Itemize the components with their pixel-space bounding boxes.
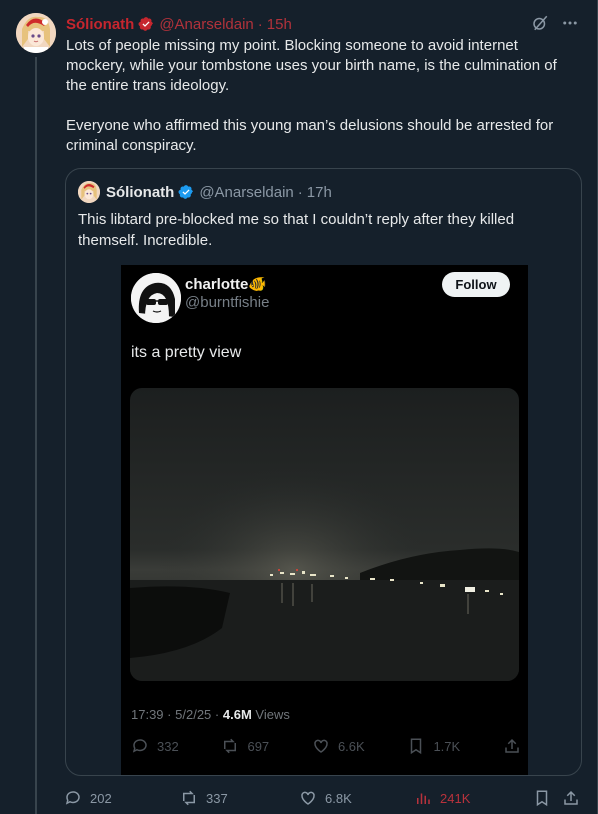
embed-like: 6.6K bbox=[312, 737, 365, 755]
like-count: 6.8K bbox=[325, 790, 352, 806]
embed-author-name-text: charlotte bbox=[185, 276, 249, 293]
tweet-paragraph-1: Lots of people missing my point. Blockin… bbox=[66, 37, 557, 94]
reply-count: 202 bbox=[90, 790, 112, 806]
repost-button[interactable]: 337 bbox=[180, 788, 228, 808]
bookmark-icon bbox=[536, 790, 548, 807]
views-button[interactable]: 241K bbox=[414, 788, 470, 808]
embed-text: its a pretty view bbox=[131, 344, 242, 361]
reply-button[interactable]: 202 bbox=[64, 788, 112, 808]
embed-views-count: 4.6M bbox=[222, 707, 252, 722]
reply-icon bbox=[132, 739, 147, 753]
embed-author-avatar bbox=[131, 273, 181, 323]
quote-author-name: Sólionath bbox=[106, 183, 175, 201]
heart-icon bbox=[314, 739, 328, 753]
share-icon bbox=[564, 790, 578, 805]
embed-dot-2: · bbox=[214, 707, 220, 722]
embed-dot: · bbox=[167, 707, 172, 722]
views-count: 241K bbox=[440, 790, 471, 806]
heart-icon bbox=[301, 791, 315, 805]
tweet-time[interactable]: 15h bbox=[267, 16, 292, 33]
quote-author-handle: @Anarseldain bbox=[199, 183, 294, 201]
quote-time: 17h bbox=[306, 183, 332, 201]
quote-header: Sólionath @Anarseldain · 17h bbox=[78, 181, 332, 203]
separator-dot: · bbox=[257, 15, 263, 33]
embed-time: 17:39 bbox=[131, 707, 164, 722]
author-avatar[interactable] bbox=[16, 13, 56, 53]
embed-meta: 17:39 · 5/2/25 · 4.6M Views bbox=[131, 707, 290, 722]
tweet-text: Lots of people missing my point. Blockin… bbox=[66, 36, 580, 176]
embed-reply-count: 332 bbox=[157, 738, 179, 754]
verified-badge-icon bbox=[138, 16, 154, 32]
embed-author-handle: @burntfishie bbox=[185, 294, 270, 311]
analytics-icon bbox=[417, 793, 430, 804]
repost-icon bbox=[183, 790, 195, 806]
author-handle[interactable]: @Anarseldain bbox=[159, 16, 253, 33]
like-button[interactable]: 6.8K bbox=[299, 788, 352, 808]
tweet-header: Sólionath @Anarseldain · 15h bbox=[66, 14, 292, 34]
quote-verified-badge-icon bbox=[178, 184, 194, 200]
tweet-paragraph-2: Everyone who affirmed this young man’s d… bbox=[66, 117, 554, 154]
quote-text: This libtard pre-blocked me so that I co… bbox=[78, 211, 515, 249]
embed-bookmark: 1.7K bbox=[407, 737, 460, 755]
tweet-actions: 202 337 6.8K 241K bbox=[64, 788, 584, 808]
quote-separator-dot: · bbox=[297, 183, 303, 201]
fish-emoji-icon: 🐠 bbox=[248, 276, 268, 293]
embed-bookmark-count: 1.7K bbox=[433, 738, 461, 754]
embed-views-label: Views bbox=[255, 707, 290, 722]
header-icons bbox=[531, 14, 579, 32]
embed-repost: 697 bbox=[221, 737, 269, 755]
author-name[interactable]: Sólionath bbox=[66, 16, 134, 33]
quote-author-avatar bbox=[78, 181, 100, 203]
quoted-tweet[interactable]: Sólionath @Anarseldain · 17h This libtar… bbox=[65, 168, 582, 776]
embed-photo bbox=[130, 388, 519, 681]
embed-author-name: charlotte🐠 bbox=[185, 275, 267, 293]
share-icon bbox=[505, 738, 519, 753]
more-icon[interactable] bbox=[561, 14, 579, 32]
bookmark-icon bbox=[411, 738, 422, 755]
embed-date: 5/2/25 bbox=[175, 707, 212, 722]
repost-count: 337 bbox=[206, 790, 228, 806]
repost-icon bbox=[224, 738, 237, 754]
grok-icon[interactable] bbox=[531, 14, 549, 32]
embed-reply: 332 bbox=[131, 737, 179, 755]
embed-like-count: 6.6K bbox=[337, 738, 365, 754]
embed-follow-button: Follow bbox=[442, 272, 510, 297]
tweet-container: Sólionath @Anarseldain · 15h Lots of peo… bbox=[0, 0, 598, 814]
thread-line bbox=[35, 57, 37, 814]
embed-share bbox=[503, 737, 521, 755]
embedded-screenshot[interactable]: charlotte🐠 @burntfishie Follow its a pre… bbox=[121, 265, 528, 775]
reply-icon bbox=[65, 791, 80, 805]
embed-repost-count: 697 bbox=[247, 738, 270, 754]
share-button[interactable] bbox=[562, 788, 580, 808]
embed-actions: 332 697 6.6K 1.7K bbox=[131, 737, 521, 755]
bookmark-button[interactable] bbox=[533, 788, 551, 808]
